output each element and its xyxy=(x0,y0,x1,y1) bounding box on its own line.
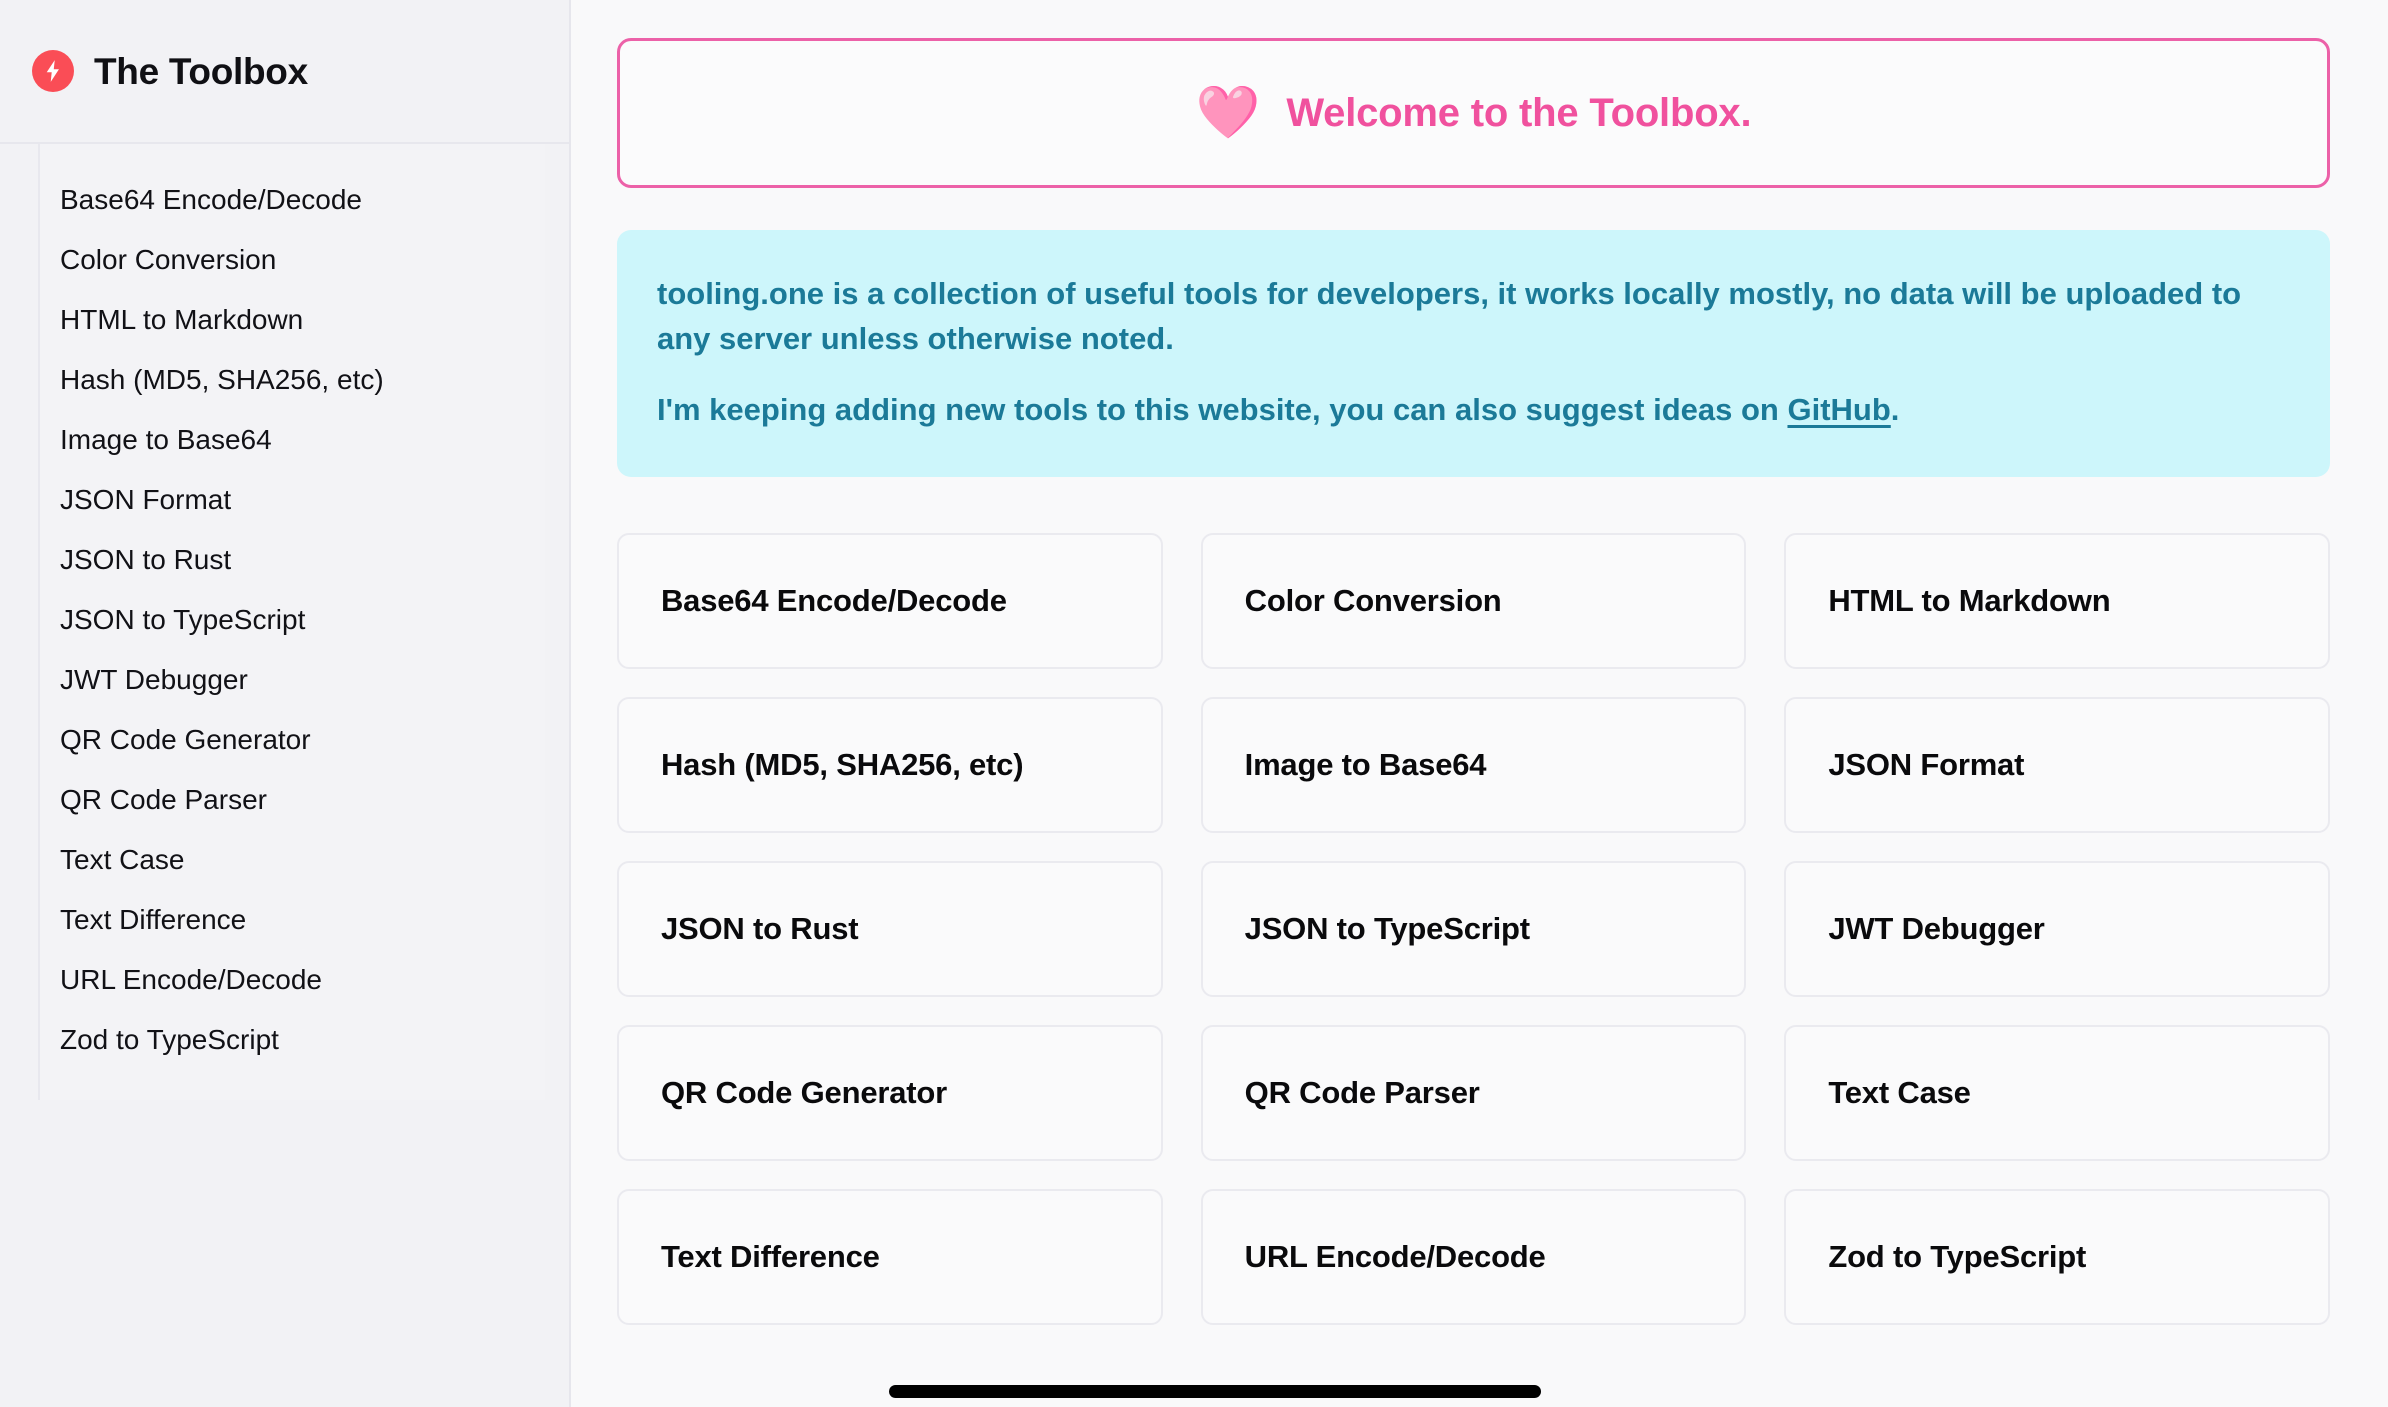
page-title: The Toolbox xyxy=(94,50,308,92)
sidebar-item-qr-code-parser[interactable]: QR Code Parser xyxy=(40,770,545,830)
sidebar-item-text-case[interactable]: Text Case xyxy=(40,830,545,890)
welcome-heading: Welcome to the Toolbox. xyxy=(1286,91,1752,135)
sidebar-item-qr-code-generator[interactable]: QR Code Generator xyxy=(40,710,545,770)
tool-card-color-conversion[interactable]: Color Conversion xyxy=(1200,532,1747,669)
sidebar-item-json-format[interactable]: JSON Format xyxy=(40,470,545,530)
sidebar-item-json-to-typescript[interactable]: JSON to TypeScript xyxy=(40,590,545,650)
main-content: 🩷 Welcome to the Toolbox. tooling.one is… xyxy=(571,0,2388,1407)
tool-card-jwt-debugger[interactable]: JWT Debugger xyxy=(1784,860,2330,997)
tool-card-label: Base64 Encode/Decode xyxy=(661,583,1007,619)
sidebar-item-zod-to-typescript[interactable]: Zod to TypeScript xyxy=(40,1010,545,1070)
sidebar-item-url-encode-decode[interactable]: URL Encode/Decode xyxy=(40,950,545,1010)
horizontal-scrollbar[interactable] xyxy=(571,1377,2388,1407)
sidebar-item-color-conversion[interactable]: Color Conversion xyxy=(40,230,545,290)
tool-card-label: Hash (MD5, SHA256, etc) xyxy=(661,747,1024,783)
tool-card-json-to-rust[interactable]: JSON to Rust xyxy=(617,860,1163,997)
tool-card-label: Text Difference xyxy=(661,1239,880,1275)
horizontal-scrollbar-thumb[interactable] xyxy=(889,1385,1541,1398)
lightning-bolt-icon xyxy=(32,50,74,92)
tool-card-label: JSON Format xyxy=(1828,747,2025,783)
tool-card-label: Color Conversion xyxy=(1244,583,1502,619)
tool-card-qr-code-generator[interactable]: QR Code Generator xyxy=(617,1024,1163,1161)
tool-card-label: JWT Debugger xyxy=(1828,911,2045,947)
sidebar-item-image-to-base64[interactable]: Image to Base64 xyxy=(40,410,545,470)
welcome-banner: 🩷 Welcome to the Toolbox. xyxy=(617,38,2330,188)
tool-card-url-encode-decode[interactable]: URL Encode/Decode xyxy=(1200,1188,1747,1325)
sidebar-item-text-difference[interactable]: Text Difference xyxy=(40,890,545,950)
info-paragraph-2-suffix: . xyxy=(1890,391,1900,427)
tool-card-label: QR Code Generator xyxy=(661,1075,947,1111)
sidebar-item-hash[interactable]: Hash (MD5, SHA256, etc) xyxy=(40,350,545,410)
tool-card-base64-encode-decode[interactable]: Base64 Encode/Decode xyxy=(617,532,1163,669)
info-banner: tooling.one is a collection of useful to… xyxy=(617,230,2330,477)
tool-card-zod-to-typescript[interactable]: Zod to TypeScript xyxy=(1784,1188,2330,1325)
sidebar-nav: Base64 Encode/Decode Color Conversion HT… xyxy=(38,144,545,1100)
tool-card-text-difference[interactable]: Text Difference xyxy=(617,1188,1163,1325)
info-paragraph-2-text: I'm keeping adding new tools to this web… xyxy=(657,391,1788,427)
tool-card-label: QR Code Parser xyxy=(1244,1075,1480,1111)
sidebar-item-html-to-markdown[interactable]: HTML to Markdown xyxy=(40,290,545,350)
tool-card-label: JSON to TypeScript xyxy=(1244,911,1530,947)
tool-card-label: HTML to Markdown xyxy=(1828,583,2111,619)
info-paragraph-1: tooling.one is a collection of useful to… xyxy=(657,276,2242,356)
tool-card-qr-code-parser[interactable]: QR Code Parser xyxy=(1200,1024,1747,1161)
tool-card-label: JSON to Rust xyxy=(661,911,859,947)
sidebar-item-base64-encode-decode[interactable]: Base64 Encode/Decode xyxy=(40,170,545,230)
sidebar-header: The Toolbox xyxy=(0,0,569,144)
tool-cards-grid: Base64 Encode/Decode Color Conversion HT… xyxy=(617,532,2330,1325)
tool-card-label: URL Encode/Decode xyxy=(1244,1239,1546,1275)
github-link[interactable]: GitHub xyxy=(1787,392,1890,427)
sidebar: The Toolbox Base64 Encode/Decode Color C… xyxy=(0,0,571,1407)
tool-card-html-to-markdown[interactable]: HTML to Markdown xyxy=(1784,532,2330,669)
sidebar-item-json-to-rust[interactable]: JSON to Rust xyxy=(40,530,545,590)
tool-card-image-to-base64[interactable]: Image to Base64 xyxy=(1200,696,1747,833)
tool-card-json-to-typescript[interactable]: JSON to TypeScript xyxy=(1200,860,1747,997)
tool-card-label: Image to Base64 xyxy=(1244,747,1487,783)
tool-card-json-format[interactable]: JSON Format xyxy=(1784,696,2330,833)
tool-card-text-case[interactable]: Text Case xyxy=(1784,1024,2330,1161)
tool-card-hash[interactable]: Hash (MD5, SHA256, etc) xyxy=(617,696,1163,833)
tool-card-label: Text Case xyxy=(1828,1075,1971,1111)
info-paragraph-2: I'm keeping adding new tools to this web… xyxy=(657,388,2290,433)
tool-card-label: Zod to TypeScript xyxy=(1828,1239,2087,1275)
cat-holding-pink-heart-emoji: 🩷 xyxy=(1195,84,1261,142)
sidebar-item-jwt-debugger[interactable]: JWT Debugger xyxy=(40,650,545,710)
